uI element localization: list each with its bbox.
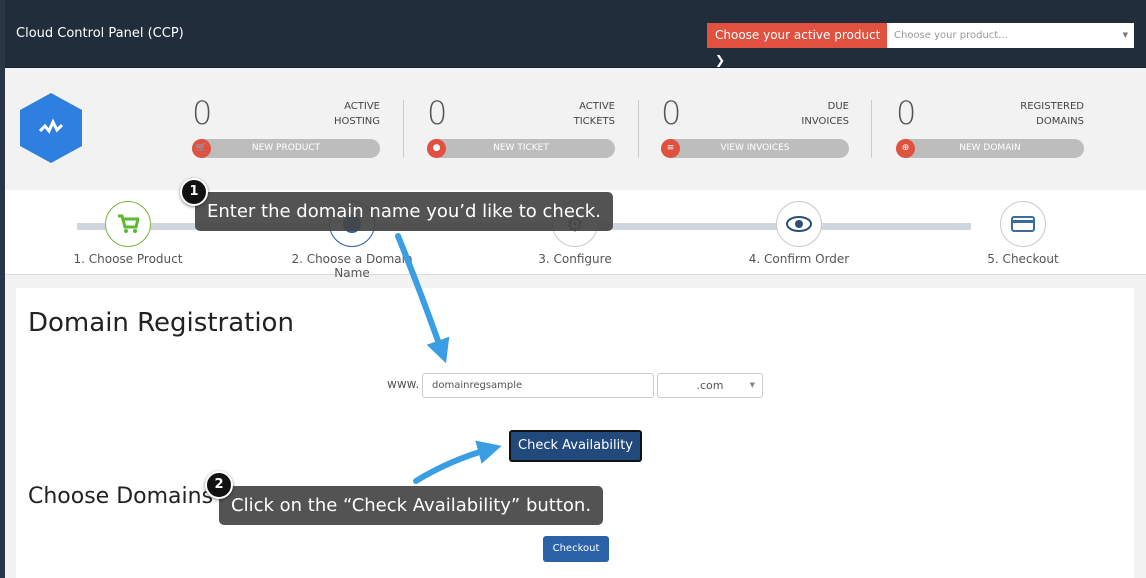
step-confirm-order[interactable]: 4. Confirm Order [729, 201, 869, 266]
callout-step-1: Enter the domain name you’d like to chec… [195, 192, 613, 231]
product-select-placeholder: Choose your product... [894, 30, 1008, 41]
list-icon: ≡ [661, 139, 680, 158]
callout-badge-1: 1 [180, 178, 208, 206]
cart-icon: 🛒 [192, 139, 211, 158]
stat-active-hosting: 0 ACTIVE HOSTING 🛒 NEW PRODUCT [192, 68, 380, 190]
credit-card-icon [1000, 201, 1046, 247]
cart-icon [105, 201, 151, 247]
domain-input[interactable] [422, 373, 654, 398]
stat-active-tickets: 0 ACTIVE TICKETS ● NEW TICKET [427, 68, 615, 190]
page-title: Domain Registration [28, 308, 294, 338]
app-title: Cloud Control Panel (CCP) [16, 26, 184, 41]
stat-due-invoices: 0 DUE INVOICES ≡ VIEW INVOICES [661, 68, 849, 190]
choose-domains-title: Choose Domains [28, 484, 214, 509]
divider [871, 100, 872, 158]
step-checkout[interactable]: 5. Checkout [953, 201, 1093, 266]
www-label: www. [387, 377, 420, 391]
stats-bar: 0 ACTIVE HOSTING 🛒 NEW PRODUCT 0 ACTIVE TIC… [5, 68, 1146, 190]
new-domain-button[interactable]: ⊕ NEW DOMAIN [896, 139, 1084, 158]
globe-icon: ⊕ [896, 139, 915, 158]
logo-hexagon-icon [20, 93, 82, 163]
callout-badge-2: 2 [205, 471, 233, 499]
step-choose-product[interactable]: 1. Choose Product [58, 201, 198, 266]
check-availability-button[interactable]: Check Availability [509, 430, 642, 462]
stat-value: 0 [427, 94, 448, 132]
chat-icon: ● [427, 139, 446, 158]
stat-value: 0 [896, 94, 917, 132]
stat-label: ACTIVE HOSTING [333, 101, 380, 127]
caret-down-icon: ▼ [1122, 31, 1128, 39]
callout-step-2: Click on the “Check Availability” button… [219, 486, 604, 525]
product-select[interactable]: Choose your product... ▼ [887, 23, 1134, 48]
stat-label: DUE INVOICES [801, 101, 849, 127]
stat-label: REGISTERED DOMAINS [1020, 101, 1084, 127]
top-bar: Cloud Control Panel (CCP) Choose your ac… [5, 0, 1146, 68]
tld-select[interactable]: .com ▼ [657, 373, 763, 398]
eye-icon [776, 201, 822, 247]
caret-down-icon: ▼ [749, 381, 755, 389]
stat-value: 0 [661, 94, 682, 132]
stat-label: ACTIVE TICKETS [573, 101, 615, 127]
choose-active-product-button[interactable]: Choose your active product ❯ [707, 23, 887, 67]
checkout-button[interactable]: Checkout [543, 536, 609, 562]
new-product-button[interactable]: 🛒 NEW PRODUCT [192, 139, 380, 158]
divider [638, 100, 639, 158]
stat-value: 0 [192, 94, 213, 132]
new-ticket-button[interactable]: ● NEW TICKET [427, 139, 615, 158]
view-invoices-button[interactable]: ≡ VIEW INVOICES [661, 139, 849, 158]
domain-registration-panel: Domain Registration www. .com▼ Check Ava… [16, 288, 1134, 578]
divider [403, 100, 404, 158]
stat-registered-domains: 0 REGISTERED DOMAINS ⊕ NEW DOMAIN [896, 68, 1084, 190]
